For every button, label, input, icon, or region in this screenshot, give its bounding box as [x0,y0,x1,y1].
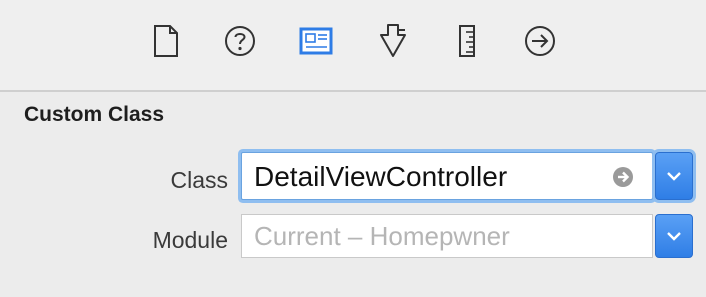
module-field-placeholder: Current – Homepwner [254,221,510,251]
chevron-down-icon [667,232,681,241]
class-field[interactable]: DetailViewController [241,152,653,200]
quick-help-icon[interactable] [220,21,260,61]
identity-inspector-icon[interactable] [296,21,336,61]
file-inspector-icon[interactable] [146,21,186,61]
class-label: Class [170,167,228,193]
size-inspector-icon[interactable] [447,21,487,61]
attributes-inspector-icon[interactable] [373,21,413,61]
go-to-class-icon[interactable] [612,166,634,188]
class-dropdown-button[interactable] [655,152,693,200]
inspector-toolbar [0,0,706,90]
module-field[interactable]: Current – Homepwner [241,214,653,258]
module-dropdown-button[interactable] [655,214,693,258]
toolbar-divider [0,90,706,92]
class-field-value: DetailViewController [254,161,508,192]
connections-inspector-icon[interactable] [520,21,560,61]
module-label: Module [152,227,228,253]
chevron-down-icon [667,172,681,181]
section-title-custom-class: Custom Class [24,103,165,126]
